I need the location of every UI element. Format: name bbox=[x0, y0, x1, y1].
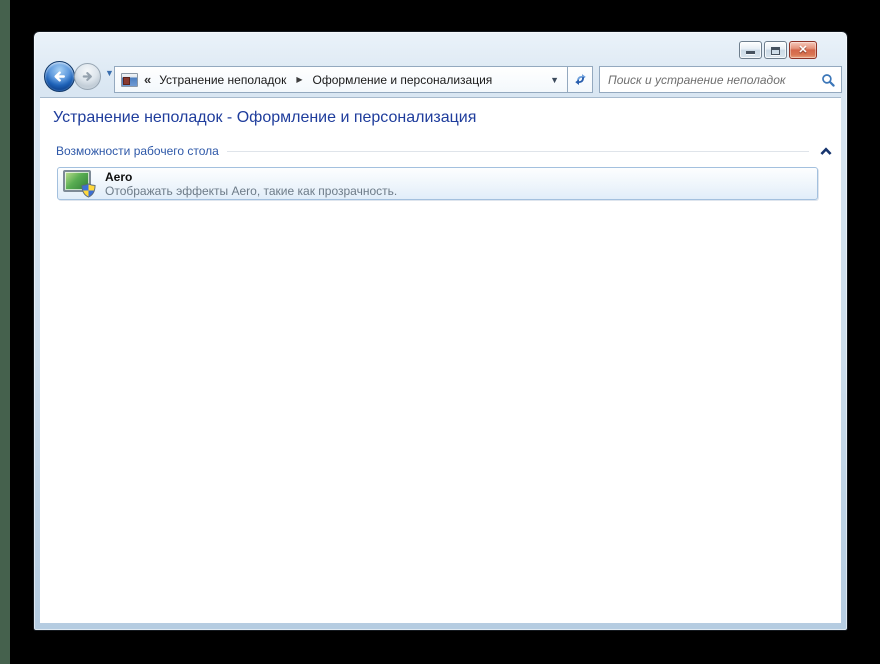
aero-icon bbox=[63, 169, 96, 198]
close-button[interactable]: ✕ bbox=[789, 41, 817, 59]
section-collapse-button[interactable] bbox=[819, 145, 833, 157]
back-button[interactable] bbox=[44, 61, 75, 92]
address-dropdown-button[interactable]: ▼ bbox=[550, 75, 559, 85]
forward-arrow-icon bbox=[82, 72, 92, 81]
troubleshooting-window: ✕ ▼ « Устранение неполадок ▶ Оформление … bbox=[33, 31, 848, 631]
uac-shield-icon bbox=[81, 183, 96, 198]
content-area: Устранение неполадок - Оформление и перс… bbox=[40, 97, 841, 623]
forward-button[interactable] bbox=[74, 63, 101, 90]
refresh-button[interactable] bbox=[567, 66, 593, 93]
breadcrumb-separator-icon[interactable]: ▶ bbox=[296, 75, 302, 84]
section-header: Возможности рабочего стола bbox=[56, 143, 833, 159]
desktop: ✕ ▼ « Устранение неполадок ▶ Оформление … bbox=[0, 0, 880, 664]
history-dropdown-button[interactable]: ▼ bbox=[105, 68, 114, 78]
chevron-down-icon: ▼ bbox=[105, 68, 114, 78]
breadcrumb-item-troubleshooting[interactable]: Устранение неполадок bbox=[157, 73, 288, 87]
chevron-up-icon bbox=[820, 146, 832, 155]
minimize-button[interactable] bbox=[739, 41, 762, 59]
item-text: Aero Отображать эффекты Aero, такие как … bbox=[105, 170, 397, 198]
item-title: Aero bbox=[105, 169, 133, 184]
page-title: Устранение неполадок - Оформление и перс… bbox=[53, 109, 477, 126]
location-icon bbox=[121, 72, 138, 87]
search-icon bbox=[821, 74, 835, 87]
desktop-wallpaper-strip bbox=[0, 0, 10, 664]
close-icon: ✕ bbox=[798, 44, 808, 56]
caption-buttons: ✕ bbox=[739, 41, 817, 59]
search-box bbox=[599, 66, 842, 93]
item-description: Отображать эффекты Aero, такие как прозр… bbox=[105, 183, 398, 198]
maximize-button[interactable] bbox=[764, 41, 787, 59]
search-input[interactable] bbox=[600, 67, 841, 92]
refresh-icon bbox=[574, 74, 586, 85]
back-arrow-icon bbox=[54, 71, 65, 82]
section-divider bbox=[226, 151, 809, 152]
minimize-icon bbox=[746, 51, 755, 54]
breadcrumb: « Устранение неполадок ▶ Оформление и пе… bbox=[114, 66, 568, 93]
section-title: Возможности рабочего стола bbox=[56, 144, 219, 158]
breadcrumb-overflow-button[interactable]: « bbox=[144, 72, 151, 87]
search-go-button[interactable] bbox=[819, 72, 837, 89]
maximize-icon bbox=[771, 47, 780, 55]
troubleshooter-item-aero[interactable]: Aero Отображать эффекты Aero, такие как … bbox=[57, 167, 818, 200]
chevron-down-icon: ▼ bbox=[550, 74, 559, 85]
breadcrumb-item-appearance[interactable]: Оформление и персонализация bbox=[311, 73, 495, 87]
